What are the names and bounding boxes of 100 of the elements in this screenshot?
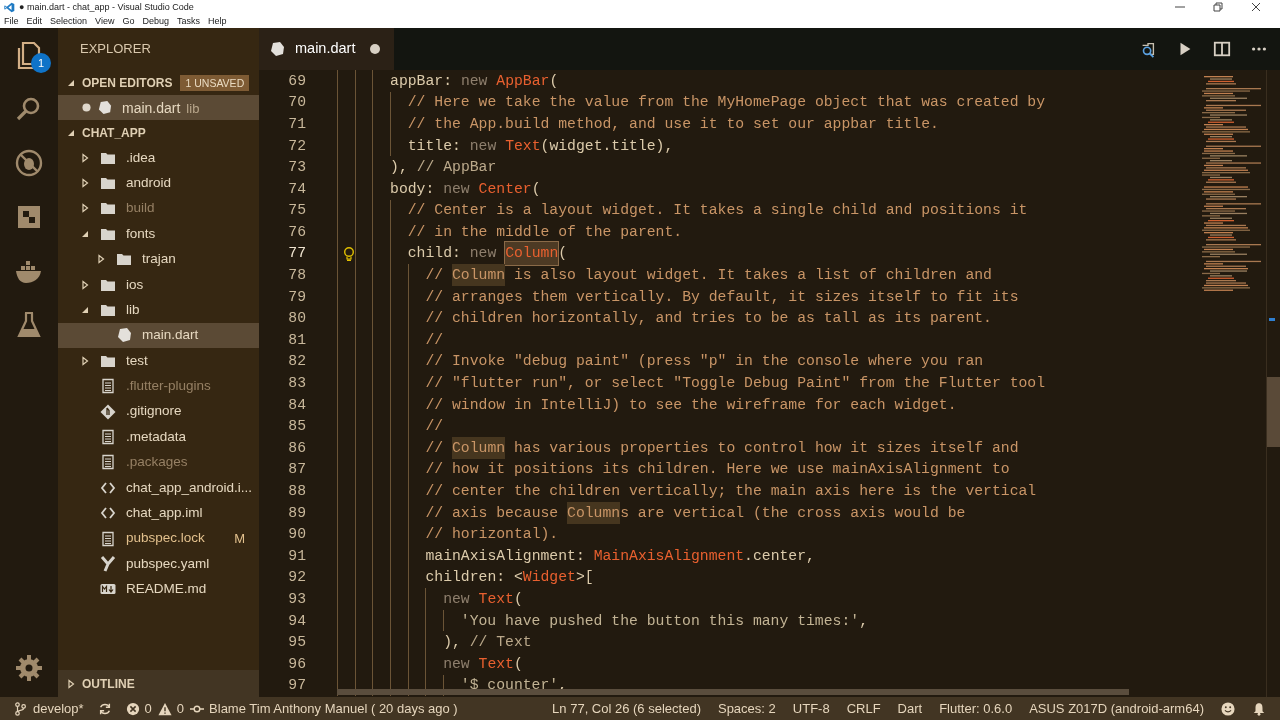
file-name: chat_app.iml xyxy=(126,504,203,523)
file-name: ios xyxy=(126,275,144,294)
code-line: new Text( xyxy=(443,590,523,609)
status-item[interactable]: CRLF xyxy=(846,698,881,719)
line-number: 83 xyxy=(287,374,306,394)
horizontal-scrollbar[interactable] xyxy=(337,689,1129,695)
sync-icon[interactable] xyxy=(97,701,112,716)
status-item[interactable]: Ln 77, Col 26 (6 selected) xyxy=(552,698,701,719)
file-name: test xyxy=(126,351,148,370)
no-bug-icon[interactable] xyxy=(14,148,44,178)
file-tree-item[interactable]: build xyxy=(58,195,259,222)
file-tree-item[interactable]: fonts xyxy=(58,221,259,247)
status-item[interactable]: 0 xyxy=(144,698,152,719)
menu-item[interactable]: Go xyxy=(122,16,135,26)
file-tree-item[interactable]: .flutter-plugins xyxy=(58,373,259,399)
document-icon xyxy=(100,378,116,395)
status-item[interactable]: Blame Tim Anthony Manuel ( 20 days ago ) xyxy=(209,698,458,719)
file-tree-item[interactable]: .packages xyxy=(58,449,259,476)
vertical-scrollbar[interactable] xyxy=(1266,70,1280,697)
file-tree-item[interactable]: README.md xyxy=(58,576,259,603)
dart-file-icon xyxy=(97,100,112,115)
folder-icon xyxy=(100,175,116,192)
file-name: .metadata xyxy=(126,427,187,446)
section-header[interactable]: OUTLINE xyxy=(58,670,259,697)
menu-item[interactable]: Debug xyxy=(142,16,169,26)
file-tree-item[interactable]: chat_app.iml xyxy=(58,500,259,526)
status-item[interactable]: develop* xyxy=(33,698,84,719)
code-line: // Center is a layout widget. It takes a single child and positions it xyxy=(407,201,1028,221)
file-tree-item[interactable]: android xyxy=(58,170,259,196)
scrollbar-marker xyxy=(1269,318,1275,321)
status-item[interactable]: ASUS Z017D (android-arm64) xyxy=(1029,698,1204,719)
document-icon xyxy=(100,429,116,445)
folder-icon xyxy=(100,200,116,217)
status-item[interactable]: Dart xyxy=(897,698,923,719)
line-number: 69 xyxy=(287,71,306,91)
code-line: // xyxy=(425,330,444,350)
settings-icon[interactable] xyxy=(14,653,44,683)
code-line: body: new Center( xyxy=(390,179,541,199)
code-line: ), // Text xyxy=(443,633,532,653)
section-header[interactable]: CHAT_APP xyxy=(58,120,259,145)
file-tree-item[interactable]: .gitignore xyxy=(58,398,259,425)
section-title: OUTLINE xyxy=(82,675,135,693)
code-line: // children horizontally, and tries to be as tall as its parent. xyxy=(425,309,992,329)
file-tree-item[interactable]: .idea xyxy=(58,145,259,171)
branch-icon[interactable] xyxy=(14,701,28,716)
file-tree-item[interactable]: main.dart xyxy=(58,322,259,349)
file-name: .gitignore xyxy=(126,402,182,421)
file-tree-item[interactable]: pubspec.yaml xyxy=(58,551,259,577)
file-tree-item[interactable]: ios xyxy=(58,271,259,298)
warning-icon[interactable] xyxy=(157,701,172,716)
menu-item[interactable]: Selection xyxy=(50,16,88,26)
file-tree-item[interactable]: pubspec.lock M xyxy=(58,525,259,552)
status-item[interactable]: Spaces: 2 xyxy=(717,698,776,719)
file-name: trajan xyxy=(142,250,176,269)
code-line: // axis because Columns are vertical (the cross axis would be xyxy=(425,501,966,524)
status-item[interactable]: 0 xyxy=(176,698,185,719)
scrollbar-thumb[interactable] xyxy=(1267,377,1280,447)
code-line: // the App.build method, and use it to set our appbar title. xyxy=(407,114,939,134)
code-line: appBar: new AppBar( xyxy=(390,71,559,91)
line-number: 91 xyxy=(287,546,306,566)
file-tree-item[interactable]: test xyxy=(58,348,259,374)
file-tree-item[interactable]: chat_app_android.i... xyxy=(58,475,259,501)
line-number: 79 xyxy=(287,287,306,307)
file-name: .flutter-plugins xyxy=(126,377,211,396)
file-tree-item[interactable]: lib xyxy=(58,297,259,323)
menu-item[interactable]: Tasks xyxy=(176,16,200,26)
open-editor-item[interactable]: main.dart lib xyxy=(58,95,259,120)
status-item[interactable]: UTF-8 xyxy=(792,698,830,719)
restore-icon[interactable] xyxy=(1213,2,1223,12)
bell-icon[interactable] xyxy=(1252,701,1266,716)
line-number: 97 xyxy=(287,676,306,696)
line-number: 76 xyxy=(287,222,306,242)
error-icon[interactable] xyxy=(125,701,140,716)
menu-item[interactable]: View xyxy=(95,16,115,26)
lightbulb-icon[interactable] xyxy=(343,246,355,261)
line-number: 89 xyxy=(287,503,306,523)
git-diamond-icon xyxy=(100,403,116,420)
file-tree-item[interactable]: .metadata xyxy=(58,424,259,450)
file-tree-item[interactable]: trajan xyxy=(58,246,259,272)
code-line: // Column has various properties to control how it sizes itself and xyxy=(425,436,1019,459)
status-item[interactable]: Flutter: 0.6.0 xyxy=(939,698,1013,719)
menu-item[interactable]: Help xyxy=(208,16,227,26)
window-title: ● main.dart - chat_app - Visual Studio Code xyxy=(19,2,194,12)
code-line: children: <Widget>[ xyxy=(425,568,594,588)
editor-tab[interactable]: main.dart xyxy=(259,28,394,70)
line-number: 72 xyxy=(287,136,306,156)
menu-item[interactable]: Edit xyxy=(26,16,43,26)
git-status-letter: M xyxy=(234,529,245,548)
yaml-icon xyxy=(100,555,116,572)
file-name: main.dart xyxy=(142,326,199,345)
code-line: title: new Text(widget.title), xyxy=(407,136,674,156)
file-name: lib xyxy=(126,300,140,319)
document-icon xyxy=(100,454,116,471)
menu-item[interactable]: File xyxy=(4,16,19,26)
split-editor-icon[interactable] xyxy=(1213,39,1231,59)
smiley-icon[interactable] xyxy=(1221,701,1235,716)
notification-badge: 1 xyxy=(31,53,51,73)
section-title: CHAT_APP xyxy=(82,124,146,142)
close-icon[interactable] xyxy=(1251,2,1261,12)
line-number: 92 xyxy=(287,568,306,588)
